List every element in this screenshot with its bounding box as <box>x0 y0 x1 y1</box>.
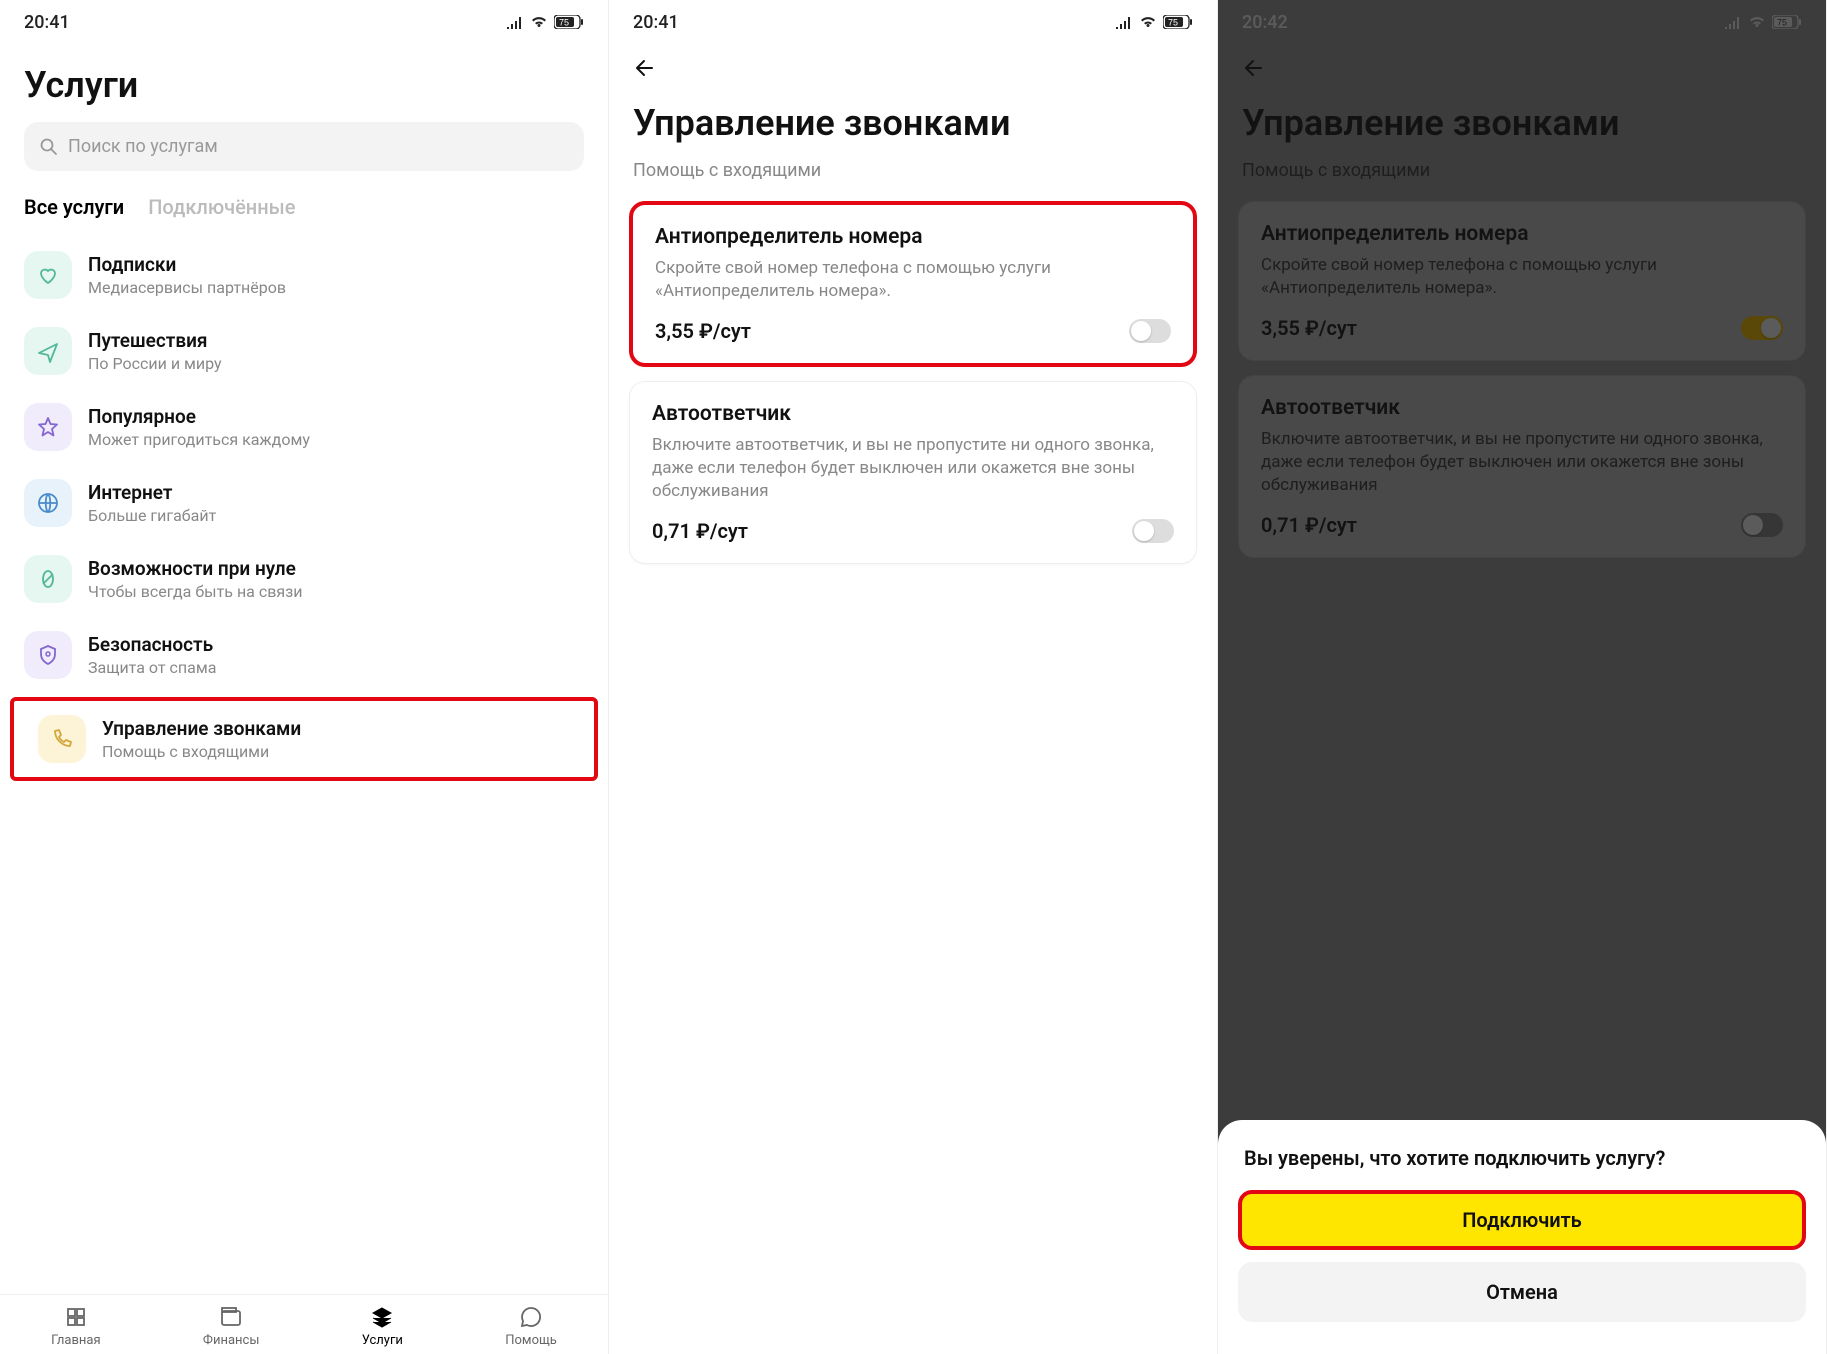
item-title: Подписки <box>88 253 286 276</box>
item-title: Популярное <box>88 405 310 428</box>
toggle-anti-caller-id[interactable] <box>1129 319 1171 343</box>
home-icon <box>64 1305 88 1329</box>
status-bar: 20:41 75 <box>609 0 1217 36</box>
item-title: Безопасность <box>88 633 216 656</box>
page-title: Управление звонками <box>609 88 1217 160</box>
star-icon <box>24 403 72 451</box>
card-description: Скройте свой номер телефона с помощью ус… <box>655 257 1171 303</box>
nav-services[interactable]: Услуги <box>362 1305 403 1348</box>
status-time: 20:41 <box>24 12 70 33</box>
list-item-zero[interactable]: Возможности при нуле Чтобы всегда быть на… <box>0 541 608 617</box>
screen-call-management: 20:41 75 Управление звонками Помощь с вх… <box>609 0 1218 1354</box>
nav-help[interactable]: Помощь <box>505 1305 557 1348</box>
battery-icon: 75 <box>1163 15 1193 29</box>
heart-icon <box>24 251 72 299</box>
item-subtitle: Защита от спама <box>88 658 216 677</box>
status-icons: 75 <box>506 15 584 29</box>
search-input[interactable]: Поиск по услугам <box>24 122 584 171</box>
list-item-internet[interactable]: Интернет Больше гигабайт <box>0 465 608 541</box>
search-placeholder: Поиск по услугам <box>68 136 218 157</box>
phone-icon <box>38 715 86 763</box>
nav-home[interactable]: Главная <box>51 1305 100 1348</box>
status-time: 20:41 <box>633 12 679 33</box>
confirm-sheet: Вы уверены, что хотите подключить услугу… <box>1218 1120 1826 1354</box>
item-subtitle: Может пригодиться каждому <box>88 430 310 449</box>
bottom-nav: Главная Финансы Услуги Помощь <box>0 1294 608 1354</box>
sheet-title: Вы уверены, что хотите подключить услугу… <box>1238 1146 1806 1190</box>
shield-icon <box>24 631 72 679</box>
item-subtitle: По России и миру <box>88 354 222 373</box>
battery-icon: 75 <box>554 15 584 29</box>
cancel-button[interactable]: Отмена <box>1238 1262 1806 1322</box>
confirm-button[interactable]: Подключить <box>1238 1190 1806 1250</box>
card-price: 3,55 ₽/сут <box>655 319 751 343</box>
signal-icon <box>506 15 524 29</box>
svg-text:75: 75 <box>1168 18 1178 28</box>
item-subtitle: Чтобы всегда быть на связи <box>88 582 303 601</box>
tab-all[interactable]: Все услуги <box>24 195 124 219</box>
list-item-security[interactable]: Безопасность Защита от спама <box>0 617 608 693</box>
item-title: Интернет <box>88 481 216 504</box>
item-title: Управление звонками <box>102 717 301 740</box>
globe-icon <box>24 479 72 527</box>
zero-icon <box>24 555 72 603</box>
nav-finance[interactable]: Финансы <box>203 1305 260 1348</box>
page-subtitle: Помощь с входящими <box>609 160 1217 201</box>
wifi-icon <box>530 15 548 29</box>
tab-connected[interactable]: Подключённые <box>148 195 295 219</box>
wifi-icon <box>1139 15 1157 29</box>
item-title: Путешествия <box>88 329 222 352</box>
list-item-subscriptions[interactable]: Подписки Медиасервисы партнёров <box>0 237 608 313</box>
list-item-travel[interactable]: Путешествия По России и миру <box>0 313 608 389</box>
services-list: Подписки Медиасервисы партнёров Путешеств… <box>0 237 608 1294</box>
card-price: 0,71 ₽/сут <box>652 519 748 543</box>
card-anti-caller-id[interactable]: Антиопределитель номера Скройте свой ном… <box>629 201 1197 367</box>
back-button[interactable] <box>609 36 1217 88</box>
search-icon <box>40 138 58 156</box>
screen-services: 20:41 75 Услуги Поиск по услугам Все усл… <box>0 0 609 1354</box>
status-bar: 20:41 75 <box>0 0 608 36</box>
item-subtitle: Медиасервисы партнёров <box>88 278 286 297</box>
chat-icon <box>519 1305 543 1329</box>
list-item-popular[interactable]: Популярное Может пригодиться каждому <box>0 389 608 465</box>
card-voicemail[interactable]: Автоответчик Включите автоответчик, и вы… <box>629 381 1197 564</box>
layers-icon <box>370 1305 394 1329</box>
item-subtitle: Помощь с входящими <box>102 742 301 761</box>
card-description: Включите автоответчик, и вы не пропустит… <box>652 434 1174 503</box>
arrow-left-icon <box>633 56 657 80</box>
screen-confirm-dialog: 20:42 75 Управление звонками Помощь с вх… <box>1218 0 1827 1354</box>
status-icons: 75 <box>1115 15 1193 29</box>
toggle-voicemail[interactable] <box>1132 519 1174 543</box>
wallet-icon <box>219 1305 243 1329</box>
card-title: Антиопределитель номера <box>655 225 1171 249</box>
plane-icon <box>24 327 72 375</box>
item-title: Возможности при нуле <box>88 557 303 580</box>
list-item-calls[interactable]: Управление звонками Помощь с входящими <box>10 697 598 781</box>
svg-text:75: 75 <box>559 18 569 28</box>
tabs: Все услуги Подключённые <box>0 195 608 237</box>
item-subtitle: Больше гигабайт <box>88 506 216 525</box>
page-title: Услуги <box>0 36 608 122</box>
signal-icon <box>1115 15 1133 29</box>
card-title: Автоответчик <box>652 402 1174 426</box>
